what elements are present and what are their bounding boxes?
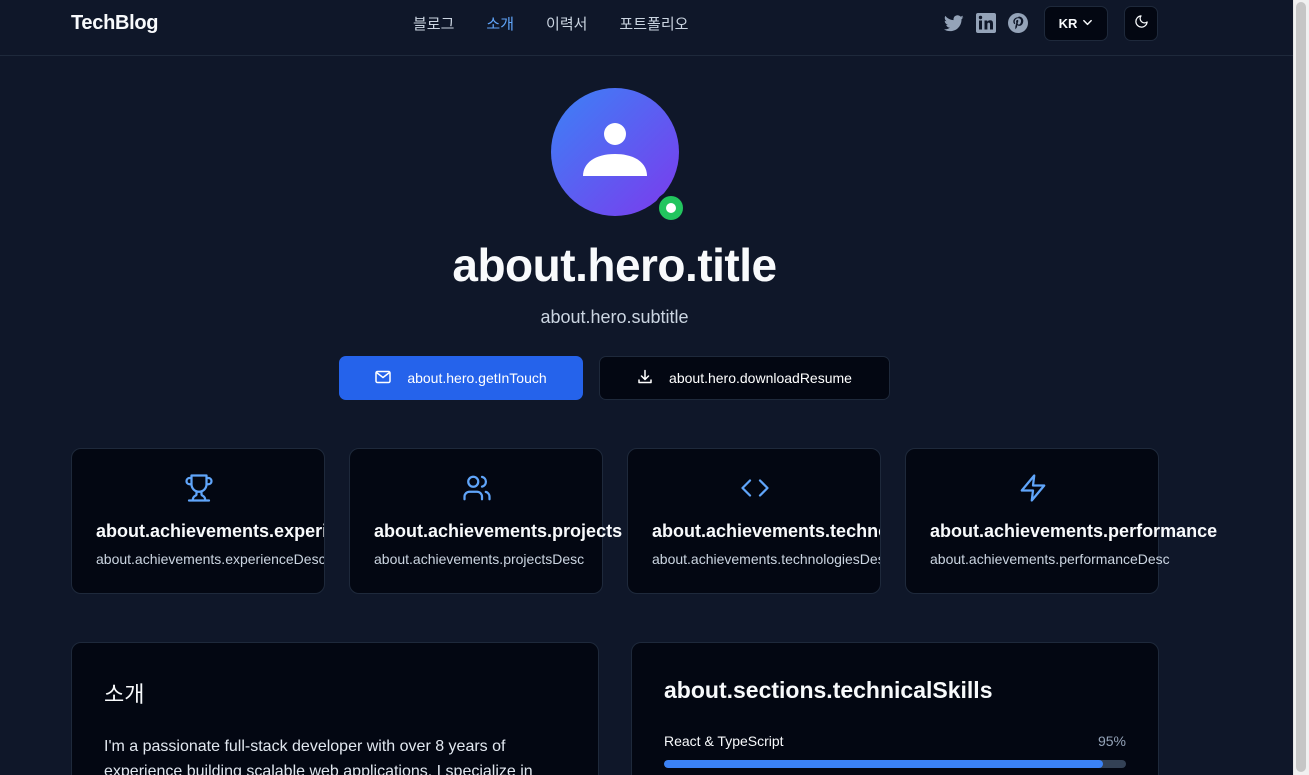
online-status-indicator (655, 192, 687, 224)
download-icon (637, 369, 653, 388)
site-header: TechBlog 블로그 소개 이력서 포트폴리오 KR (0, 0, 1293, 56)
achievement-title: about.achievements.performance (930, 521, 1218, 541)
about-text: I'm a passionate full-stack developer wi… (104, 738, 533, 775)
trophy-icon (184, 473, 214, 508)
page: TechBlog 블로그 소개 이력서 포트폴리오 KR about.hero.… (0, 0, 1309, 775)
achievement-title: about.achievements.experience (96, 521, 325, 541)
moon-icon (1134, 14, 1149, 34)
get-in-touch-button[interactable]: about.hero.getInTouch (339, 356, 583, 400)
language-label: KR (1058, 16, 1078, 31)
users-icon (462, 473, 492, 508)
achievement-card-projects: about.achievements.projects about.achiev… (349, 448, 622, 594)
pinterest-icon[interactable] (1007, 12, 1029, 34)
achievement-title: about.achievements.projects (374, 521, 623, 541)
skill-name: React & TypeScript (664, 733, 784, 749)
mail-icon (375, 370, 392, 387)
achievement-desc: about.achievements.performanceDesc (930, 551, 1170, 567)
skill-progress-bar (664, 760, 1126, 768)
theme-toggle-button[interactable] (1124, 6, 1158, 41)
chevron-down-icon (1082, 16, 1093, 31)
linkedin-icon[interactable] (975, 12, 997, 34)
nav-item-resume[interactable]: 이력서 (546, 13, 587, 34)
language-select[interactable]: KR (1044, 6, 1108, 41)
skill-progress-fill (664, 760, 1103, 768)
achievement-card-technologies: about.achievements.technologies about.ac… (627, 448, 881, 594)
skill-percent: 95% (1097, 733, 1126, 749)
zap-icon (1018, 473, 1048, 508)
code-icon (740, 473, 770, 508)
achievement-title: about.achievements.technologies (652, 521, 880, 541)
site-logo[interactable]: TechBlog (71, 12, 159, 35)
nav-item-portfolio[interactable]: 포트폴리오 (619, 13, 688, 34)
user-icon (583, 122, 647, 183)
technical-skills-title: about.sections.technicalSkills (664, 677, 993, 703)
social-links (943, 12, 1029, 34)
achievement-card-performance: about.achievements.performance about.ach… (905, 448, 1217, 594)
achievement-card-experience: about.achievements.experience about.achi… (71, 448, 325, 594)
hero-title: about.hero.title (452, 239, 777, 291)
about-title: 소개 (104, 683, 145, 708)
page-scrollbar[interactable] (1293, 0, 1309, 775)
twitter-icon[interactable] (943, 12, 965, 34)
nav-item-about[interactable]: 소개 (486, 13, 514, 34)
download-resume-button[interactable]: about.hero.downloadResume (599, 356, 890, 400)
main-nav: 블로그 소개 이력서 포트폴리오 (413, 13, 688, 34)
achievement-desc: about.achievements.experienceDesc (96, 551, 325, 567)
technical-skills-panel: about.sections.technicalSkills React & T… (631, 642, 1159, 775)
hero-subtitle: about.hero.subtitle (540, 307, 689, 327)
download-resume-label: about.hero.downloadResume (669, 370, 852, 386)
about-panel: 소개 I'm a passionate full-stack developer… (71, 642, 599, 775)
achievement-desc: about.achievements.projectsDesc (374, 551, 585, 567)
nav-item-blog[interactable]: 블로그 (413, 13, 454, 34)
achievement-desc: about.achievements.technologiesDesc (652, 551, 881, 567)
get-in-touch-label: about.hero.getInTouch (407, 370, 547, 386)
scrollbar-thumb[interactable] (1296, 2, 1306, 772)
